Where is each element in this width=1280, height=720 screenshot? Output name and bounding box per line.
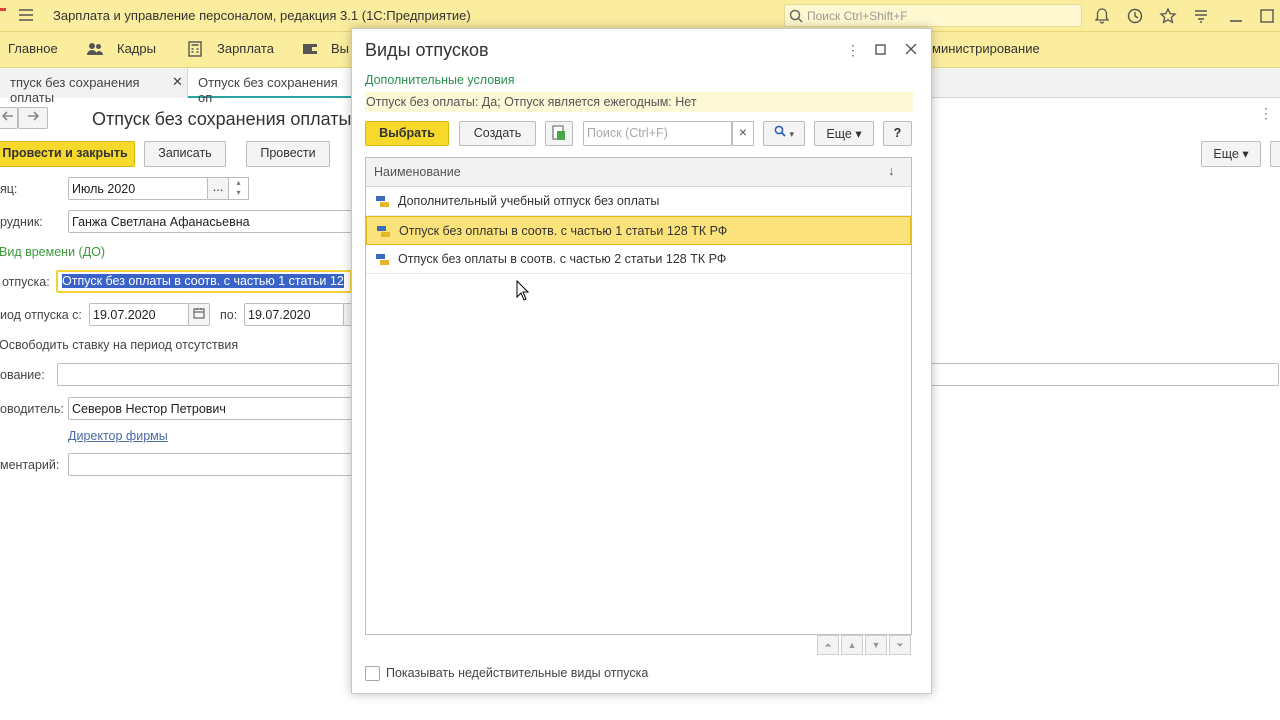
free-rate-label: Освободить ставку на период отсутствия — [0, 338, 239, 352]
section-administration[interactable]: министрирование — [932, 41, 1040, 56]
post-and-close-button[interactable]: Провести и закрыть — [0, 141, 135, 167]
extra-conditions-text: Отпуск без оплаты: Да; Отпуск является е… — [365, 92, 913, 112]
copy-button[interactable] — [545, 121, 573, 146]
row-label: Отпуск без оплаты в соотв. с частью 1 ст… — [399, 224, 728, 238]
month-field[interactable]: Июль 2020 — [68, 177, 208, 200]
month-label: яц: — [0, 182, 18, 196]
help-button[interactable]: ? — [883, 121, 912, 146]
catalog-item-icon — [376, 196, 389, 207]
sort-arrow-icon[interactable]: ↓ — [888, 163, 895, 178]
more-button[interactable]: Еще ▾ — [1201, 141, 1261, 167]
period-from-field[interactable]: 19.07.2020 — [89, 303, 189, 326]
section-hr[interactable]: Кадры — [117, 41, 156, 56]
column-header-name[interactable]: Наименование — [374, 165, 461, 179]
calculator-icon — [188, 41, 202, 57]
section-salary[interactable]: Зарплата — [217, 41, 274, 56]
notifications-bell-icon[interactable] — [1093, 7, 1111, 25]
global-search-input[interactable]: Поиск Ctrl+Shift+F — [784, 4, 1082, 27]
dialog-menu-icon[interactable]: ⋮ — [846, 42, 860, 59]
month-select-button[interactable]: ... — [207, 177, 229, 200]
extra-conditions-label[interactable]: Дополнительные условия — [365, 73, 515, 87]
magnifier-icon — [774, 125, 786, 137]
period-from-calendar-button[interactable] — [188, 303, 210, 326]
table-row-selected[interactable]: Отпуск без оплаты в соотв. с частью 1 ст… — [366, 216, 911, 245]
copy-document-icon — [552, 125, 565, 140]
show-invalid-checkbox[interactable] — [365, 666, 380, 681]
scroll-up-button[interactable]: ▲ — [841, 635, 863, 655]
vacation-type-label: отпуска: — [2, 275, 50, 289]
section-payments[interactable]: Вы — [331, 41, 349, 56]
table-row[interactable]: Дополнительный учебный отпуск без оплаты — [366, 187, 911, 216]
month-stepper[interactable]: ▴ ▾ — [228, 177, 249, 200]
basis-field[interactable] — [57, 363, 353, 386]
settings-menu-icon[interactable] — [1192, 7, 1210, 25]
write-button[interactable]: Записать — [144, 141, 226, 167]
head-field[interactable]: Северов Нестор Петрович — [68, 397, 352, 420]
post-button[interactable]: Провести — [246, 141, 330, 167]
arrow-left-icon — [1, 111, 13, 121]
comment-field[interactable] — [68, 453, 352, 476]
head-position-link[interactable]: Директор фирмы — [68, 429, 168, 443]
period-from-label: иод отпуска с: — [0, 308, 82, 322]
scroll-to-top-button[interactable]: ⏶ — [817, 635, 839, 655]
vacation-type-value: Отпуск без оплаты в соотв. с частью 1 ст… — [62, 274, 344, 288]
create-button[interactable]: Создать — [459, 121, 536, 146]
comment-label: ментарий: — [0, 458, 60, 472]
table-header: Наименование ↓ — [365, 157, 912, 187]
head-label: оводитель: — [0, 402, 64, 416]
dialog-search-input[interactable]: Поиск (Ctrl+F) — [583, 121, 732, 146]
tab-vacation-document[interactable]: Отпуск без сохранения оп — [188, 68, 353, 105]
vacation-types-dialog: Виды отпусков ⋮ Дополнительные условия О… — [351, 28, 932, 694]
dialog-title: Виды отпусков — [365, 40, 489, 60]
row-label: Отпуск без оплаты в соотв. с частью 2 ст… — [398, 252, 727, 266]
search-clear-button[interactable]: × — [732, 121, 754, 146]
row-label: Дополнительный учебный отпуск без оплаты — [398, 194, 660, 208]
tab-vacation-list[interactable]: тпуск без сохранения оплаты ✕ — [0, 68, 188, 105]
select-button[interactable]: Выбрать — [365, 121, 449, 146]
time-type-link[interactable]: Вид времени (ДО) — [0, 245, 105, 259]
employee-label: рудник: — [0, 215, 43, 229]
favorites-star-icon[interactable] — [1159, 7, 1177, 25]
back-button[interactable] — [0, 107, 18, 129]
people-icon — [87, 43, 103, 55]
dropdown-caret-icon: ▾ — [789, 129, 794, 139]
wallet-icon — [303, 44, 317, 54]
app-logo-icon — [0, 8, 6, 11]
minimize-icon[interactable] — [1227, 7, 1245, 25]
catalog-item-icon — [376, 254, 389, 265]
maximize-icon[interactable] — [1258, 7, 1276, 25]
scroll-down-button[interactable]: ▼ — [865, 635, 887, 655]
global-search-placeholder: Поиск Ctrl+Shift+F — [807, 9, 908, 23]
close-tab-icon[interactable]: ✕ — [172, 74, 183, 90]
catalog-item-icon — [377, 226, 390, 237]
period-to-label: по: — [220, 308, 238, 322]
dialog-search-placeholder: Поиск (Ctrl+F) — [587, 126, 668, 140]
basis-field-right[interactable] — [931, 363, 1279, 386]
dialog-maximize-icon[interactable] — [875, 44, 886, 55]
mouse-cursor-icon — [516, 280, 530, 301]
form-extra-button[interactable] — [1270, 141, 1280, 167]
scroll-to-bottom-button[interactable]: ⏷ — [889, 635, 911, 655]
more-button-label: Еще — [1213, 147, 1239, 161]
dialog-close-icon[interactable] — [905, 43, 917, 55]
window-title: Зарплата и управление персоналом, редакц… — [53, 8, 471, 23]
dialog-more-button[interactable]: Еще ▾ — [814, 121, 874, 146]
vacation-type-field[interactable]: Отпуск без оплаты в соотв. с частью 1 ст… — [56, 270, 352, 293]
search-options-button[interactable]: ▾ — [763, 121, 805, 146]
form-title: Отпуск без сохранения оплаты — [92, 109, 352, 129]
section-main[interactable]: Главное — [8, 41, 58, 56]
forward-button[interactable] — [18, 107, 48, 129]
calendar-icon — [193, 308, 205, 319]
arrow-right-icon — [28, 111, 40, 121]
main-menu-icon[interactable] — [18, 7, 34, 23]
basis-label: ование: — [0, 368, 45, 382]
show-invalid-label[interactable]: Показывать недействительные виды отпуска — [386, 666, 648, 680]
employee-field[interactable]: Ганжа Светлана Афанасьевна — [68, 210, 352, 233]
period-to-field[interactable]: 19.07.2020 — [244, 303, 344, 326]
search-icon — [789, 9, 803, 23]
dialog-more-label: Еще — [826, 127, 852, 141]
history-icon[interactable] — [1126, 7, 1144, 25]
form-menu-icon[interactable]: ⋮ — [1259, 106, 1273, 120]
table-row[interactable]: Отпуск без оплаты в соотв. с частью 2 ст… — [366, 245, 911, 274]
